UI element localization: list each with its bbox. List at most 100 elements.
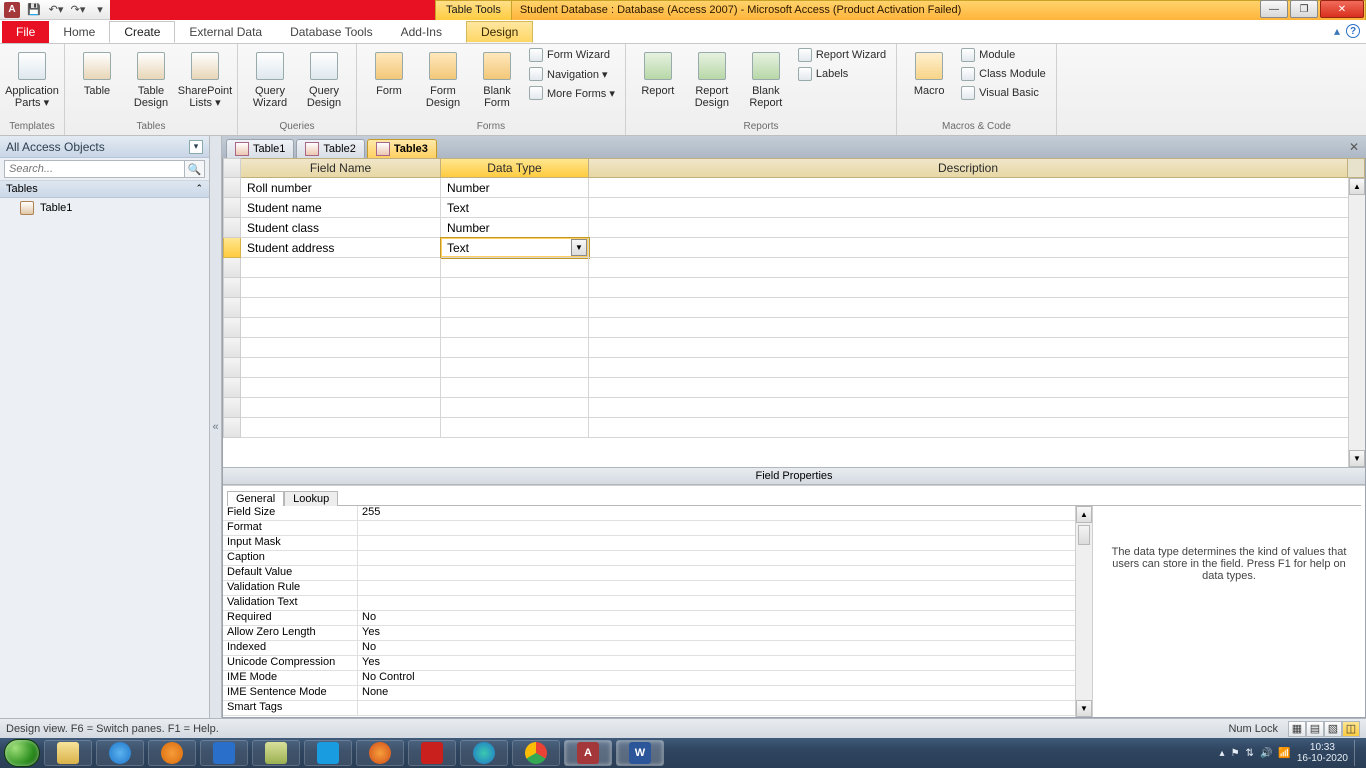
scroll-thumb[interactable] [1078,525,1090,545]
tab-external-data[interactable]: External Data [175,21,276,43]
cell-data-type[interactable] [441,418,589,438]
fp-value[interactable]: Yes [358,626,1092,640]
nav-collapse-bar[interactable]: « [210,136,222,718]
design-grid-row[interactable] [223,318,1365,338]
tab-database-tools[interactable]: Database Tools [276,21,387,43]
cell-description[interactable] [589,398,1365,418]
row-selector[interactable] [223,218,241,238]
labels-button[interactable]: Labels [794,65,890,83]
fp-value[interactable] [358,521,1092,535]
fp-tab-general[interactable]: General [227,491,284,506]
help-icon[interactable]: ? [1346,24,1360,38]
cell-field-name[interactable] [241,418,441,438]
close-tab-icon[interactable]: ✕ [1346,139,1362,155]
nav-item-table1[interactable]: Table1 [0,198,209,218]
blank-report-button[interactable]: Blank Report [740,46,792,113]
fp-value[interactable]: 255 [358,506,1092,520]
col-header-field-name[interactable]: Field Name [241,158,441,178]
taskbar-hp[interactable] [304,740,352,766]
cell-field-name[interactable] [241,338,441,358]
fp-row[interactable]: IndexedNo [223,641,1092,656]
row-selector[interactable] [223,178,241,198]
taskbar-firefox[interactable] [356,740,404,766]
nav-header[interactable]: All Access Objects ▾ [0,136,209,158]
fp-value[interactable]: No [358,611,1092,625]
class-module-button[interactable]: Class Module [957,65,1050,83]
tab-design[interactable]: Design [466,21,533,43]
pivot-chart-view-icon[interactable]: ▧ [1324,721,1342,737]
row-selector[interactable] [223,318,241,338]
design-grid-row[interactable] [223,398,1365,418]
fp-value[interactable] [358,701,1092,715]
close-button[interactable]: ✕ [1320,0,1364,18]
row-selector[interactable] [223,298,241,318]
cell-description[interactable] [589,358,1365,378]
design-grid-row[interactable] [223,258,1365,278]
scroll-up-icon[interactable]: ▲ [1076,506,1092,523]
fp-row[interactable]: Field Size255 [223,506,1092,521]
cell-data-type[interactable] [441,298,589,318]
fp-row[interactable]: Default Value [223,566,1092,581]
vertical-scrollbar[interactable]: ▲ ▼ [1348,178,1365,467]
cell-description[interactable] [589,278,1365,298]
taskbar-wmp[interactable] [148,740,196,766]
minimize-ribbon-icon[interactable]: ▴ [1334,24,1340,38]
design-grid-row[interactable] [223,378,1365,398]
fp-value[interactable]: None [358,686,1092,700]
fp-value[interactable] [358,536,1092,550]
fp-value[interactable] [358,596,1092,610]
cell-data-type[interactable]: Text▼ [441,238,589,258]
fp-row[interactable]: Format [223,521,1092,536]
cell-data-type[interactable]: Text [441,198,589,218]
start-button[interactable] [4,739,40,767]
cell-field-name[interactable]: Student class [241,218,441,238]
row-selector[interactable] [223,378,241,398]
design-grid-row[interactable] [223,278,1365,298]
fp-row[interactable]: IME Sentence ModeNone [223,686,1092,701]
doc-tab-table1[interactable]: Table1 [226,139,294,158]
scroll-down-icon[interactable]: ▼ [1076,700,1092,717]
data-type-dropdown-icon[interactable]: ▼ [571,239,587,256]
search-input[interactable] [4,160,185,178]
design-grid-row[interactable]: Student nameText [223,198,1365,218]
design-grid-row[interactable]: Roll numberNumber [223,178,1365,198]
taskbar-access[interactable]: A [564,740,612,766]
fp-row[interactable]: Allow Zero LengthYes [223,626,1092,641]
application-parts-button[interactable]: Application Parts ▾ [6,46,58,113]
save-icon[interactable]: 💾 [24,1,44,19]
fp-tab-lookup[interactable]: Lookup [284,491,338,506]
fp-row[interactable]: Caption [223,551,1092,566]
tab-file[interactable]: File [2,21,49,43]
design-grid-row[interactable] [223,338,1365,358]
row-selector[interactable] [223,198,241,218]
minimize-button[interactable]: — [1260,0,1288,18]
cell-field-name[interactable]: Roll number [241,178,441,198]
search-icon[interactable]: 🔍 [185,160,205,178]
cell-field-name[interactable] [241,258,441,278]
tab-add-ins[interactable]: Add-Ins [387,21,456,43]
tray-clock[interactable]: 10:33 16-10-2020 [1297,742,1348,764]
fp-row[interactable]: Validation Rule [223,581,1092,596]
fp-value[interactable] [358,551,1092,565]
nav-dropdown-icon[interactable]: ▾ [189,140,203,154]
design-grid-row[interactable]: Student addressText▼ [223,238,1365,258]
fp-row[interactable]: Validation Text [223,596,1092,611]
cell-data-type[interactable] [441,378,589,398]
cell-description[interactable] [589,198,1365,218]
macro-button[interactable]: Macro [903,46,955,101]
tray-network-icon[interactable]: ⇅ [1246,748,1254,759]
fp-value[interactable]: No [358,641,1092,655]
tab-home[interactable]: Home [49,21,109,43]
fp-row[interactable]: RequiredNo [223,611,1092,626]
cell-description[interactable] [589,218,1365,238]
cell-description[interactable] [589,418,1365,438]
qat-customize-icon[interactable]: ▾ [90,1,110,19]
cell-description[interactable] [589,238,1365,258]
module-button[interactable]: Module [957,46,1050,64]
visual-basic-button[interactable]: Visual Basic [957,84,1050,102]
fp-scrollbar[interactable]: ▲ ▼ [1075,506,1092,717]
datasheet-view-icon[interactable]: ▦ [1288,721,1306,737]
query-design-button[interactable]: Query Design [298,46,350,113]
row-selector[interactable] [223,398,241,418]
fp-value[interactable]: Yes [358,656,1092,670]
